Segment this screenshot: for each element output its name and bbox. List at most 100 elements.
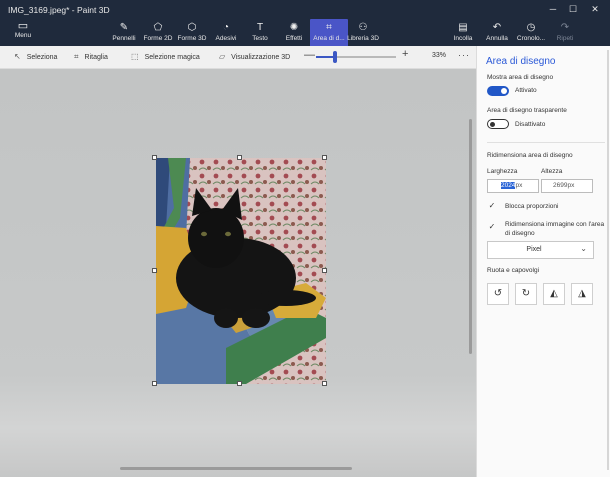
paste-icon: ▤ bbox=[458, 22, 468, 33]
unit-select[interactable]: Pixel ⌄ bbox=[487, 241, 594, 259]
tool-label: Effetti bbox=[285, 35, 303, 42]
resize-handle-left[interactable] bbox=[152, 268, 157, 273]
tool-effetti[interactable]: ✺ Effetti bbox=[275, 22, 313, 43]
zoom-out-button[interactable]: — bbox=[304, 49, 315, 61]
redo-icon: ↷ bbox=[560, 22, 570, 33]
menu-icon: ▭ bbox=[17, 20, 29, 32]
tool-testo[interactable]: T Testo bbox=[241, 22, 279, 43]
tool-adesivi[interactable]: ◔ Adesivi bbox=[207, 22, 245, 43]
effects-icon: ✺ bbox=[289, 22, 299, 33]
resize-image-label: Ridimensiona immagine con l'area di dise… bbox=[505, 221, 605, 237]
panel-title: Area di disegno bbox=[486, 56, 556, 67]
resize-handle-right[interactable] bbox=[322, 268, 327, 273]
flip-vertical-button[interactable]: ◮ bbox=[571, 283, 593, 305]
canvas-icon: ⌗ bbox=[326, 22, 332, 33]
tool-libreria-3d[interactable]: ⚇ Libreria 3D bbox=[344, 22, 382, 43]
magic-select-icon: ⬚ bbox=[131, 52, 139, 61]
visualizzazione-3d-label: Visualizzazione 3D bbox=[231, 54, 291, 61]
incolla-button[interactable]: ▤ Incolla bbox=[447, 22, 479, 43]
tool-label: Adesivi bbox=[215, 35, 237, 42]
resize-handle-bottom[interactable] bbox=[237, 381, 242, 386]
seleziona-button[interactable]: ↖ Seleziona bbox=[14, 52, 57, 61]
tool-pennelli[interactable]: ✎ Pennelli bbox=[105, 22, 143, 43]
tool-label: Incolla bbox=[453, 35, 473, 42]
tool-label: Annulla bbox=[486, 35, 508, 42]
close-button[interactable]: ✕ bbox=[588, 4, 602, 15]
visualizzazione-3d-button[interactable]: ▱ Visualizzazione 3D bbox=[219, 52, 290, 61]
selezione-magica-label: Selezione magica bbox=[144, 54, 200, 61]
selezione-magica-button[interactable]: ⬚ Selezione magica bbox=[131, 52, 200, 61]
rotate-right-icon: ↻ bbox=[521, 288, 531, 299]
resize-handle-top-left[interactable] bbox=[152, 155, 157, 160]
cronologia-button[interactable]: ◷ Cronolo... bbox=[515, 22, 547, 43]
canvas-workspace[interactable] bbox=[0, 69, 476, 477]
menu-label: Menu bbox=[14, 32, 32, 39]
flip-horizontal-icon: ◭ bbox=[550, 288, 558, 299]
cat-photo-image bbox=[156, 158, 326, 384]
show-canvas-toggle[interactable] bbox=[487, 86, 509, 96]
tool-label: Testo bbox=[252, 35, 268, 42]
width-field[interactable]: 2024px bbox=[487, 179, 539, 193]
view-3d-icon: ▱ bbox=[219, 52, 226, 61]
resize-handle-top-right[interactable] bbox=[322, 155, 327, 160]
annulla-button[interactable]: ↶ Annulla bbox=[481, 22, 513, 43]
resize-handle-bottom-right[interactable] bbox=[322, 381, 327, 386]
tool-area-di-disegno[interactable]: ⌗ Area di d... bbox=[310, 19, 348, 47]
shapes-3d-icon: ⬡ bbox=[187, 22, 197, 33]
ribbon: IMG_3169.jpeg* - Paint 3D ─ ☐ ✕ ▭ Menu ✎… bbox=[0, 0, 610, 47]
brush-icon: ✎ bbox=[119, 22, 129, 33]
more-options-button[interactable]: ··· bbox=[458, 50, 470, 60]
canvas-settings-panel: Area di disegno Mostra area di disegno A… bbox=[476, 46, 610, 477]
tool-label: Ripeti bbox=[556, 35, 574, 42]
tool-label: Forme 2D bbox=[143, 35, 173, 42]
minimize-button[interactable]: ─ bbox=[546, 4, 560, 14]
rotate-right-button[interactable]: ↻ bbox=[515, 283, 537, 305]
width-label: Larghezza bbox=[487, 168, 518, 175]
window-title: IMG_3169.jpeg* - Paint 3D bbox=[8, 5, 110, 15]
menu-button[interactable]: ▭ Menu bbox=[8, 20, 38, 40]
cat-photo[interactable] bbox=[156, 158, 326, 384]
zoom-slider[interactable] bbox=[316, 51, 396, 63]
ripeti-button[interactable]: ↷ Ripeti bbox=[549, 22, 581, 43]
transparent-canvas-state: Disattivato bbox=[515, 121, 546, 128]
zoom-slider-thumb[interactable] bbox=[333, 51, 337, 63]
crop-icon: ⌗ bbox=[74, 52, 79, 61]
undo-icon: ↶ bbox=[492, 22, 502, 33]
height-field[interactable]: 2699px bbox=[541, 179, 593, 193]
tool-forme-2d[interactable]: ⬠ Forme 2D bbox=[139, 22, 177, 43]
flip-vertical-icon: ◮ bbox=[578, 288, 586, 299]
history-icon: ◷ bbox=[526, 22, 536, 33]
unit-select-value: Pixel bbox=[526, 246, 542, 253]
height-value: 2699px bbox=[553, 182, 575, 189]
tool-label: Libreria 3D bbox=[347, 35, 379, 42]
resize-canvas-label: Ridimensiona area di disegno bbox=[487, 152, 573, 159]
transparent-canvas-toggle[interactable] bbox=[487, 119, 509, 129]
paint3d-window: IMG_3169.jpeg* - Paint 3D ─ ☐ ✕ ▭ Menu ✎… bbox=[0, 0, 610, 477]
vertical-scrollbar[interactable] bbox=[469, 119, 472, 354]
horizontal-scrollbar[interactable] bbox=[120, 467, 352, 470]
flip-horizontal-button[interactable]: ◭ bbox=[543, 283, 565, 305]
panel-scrollbar[interactable] bbox=[607, 50, 609, 470]
resize-handle-bottom-left[interactable] bbox=[152, 381, 157, 386]
resize-handle-top[interactable] bbox=[237, 155, 242, 160]
text-icon: T bbox=[256, 22, 264, 33]
zoom-percentage: 33% bbox=[432, 52, 447, 59]
maximize-button[interactable]: ☐ bbox=[566, 4, 580, 15]
lock-proportions-checkbox[interactable]: ✓ bbox=[487, 201, 497, 211]
shapes-2d-icon: ⬠ bbox=[153, 22, 163, 33]
ritaglia-label: Ritaglia bbox=[84, 54, 108, 61]
ritaglia-button[interactable]: ⌗ Ritaglia bbox=[74, 52, 108, 62]
tool-label: Forme 3D bbox=[177, 35, 207, 42]
show-canvas-state: Attivato bbox=[515, 87, 537, 94]
chevron-down-icon: ⌄ bbox=[580, 244, 587, 253]
rotate-left-button[interactable]: ↺ bbox=[487, 283, 509, 305]
rotate-left-icon: ↺ bbox=[493, 288, 503, 299]
tool-label: Cronolo... bbox=[516, 35, 546, 42]
panel-divider bbox=[487, 142, 605, 143]
select-arrow-icon: ↖ bbox=[14, 52, 21, 61]
lock-proportions-label: Blocca proporzioni bbox=[505, 203, 559, 210]
width-unit: px bbox=[515, 182, 523, 189]
zoom-in-button[interactable]: + bbox=[402, 48, 408, 60]
tool-forme-3d[interactable]: ⬡ Forme 3D bbox=[173, 22, 211, 43]
resize-image-checkbox[interactable]: ✓ bbox=[487, 222, 497, 232]
